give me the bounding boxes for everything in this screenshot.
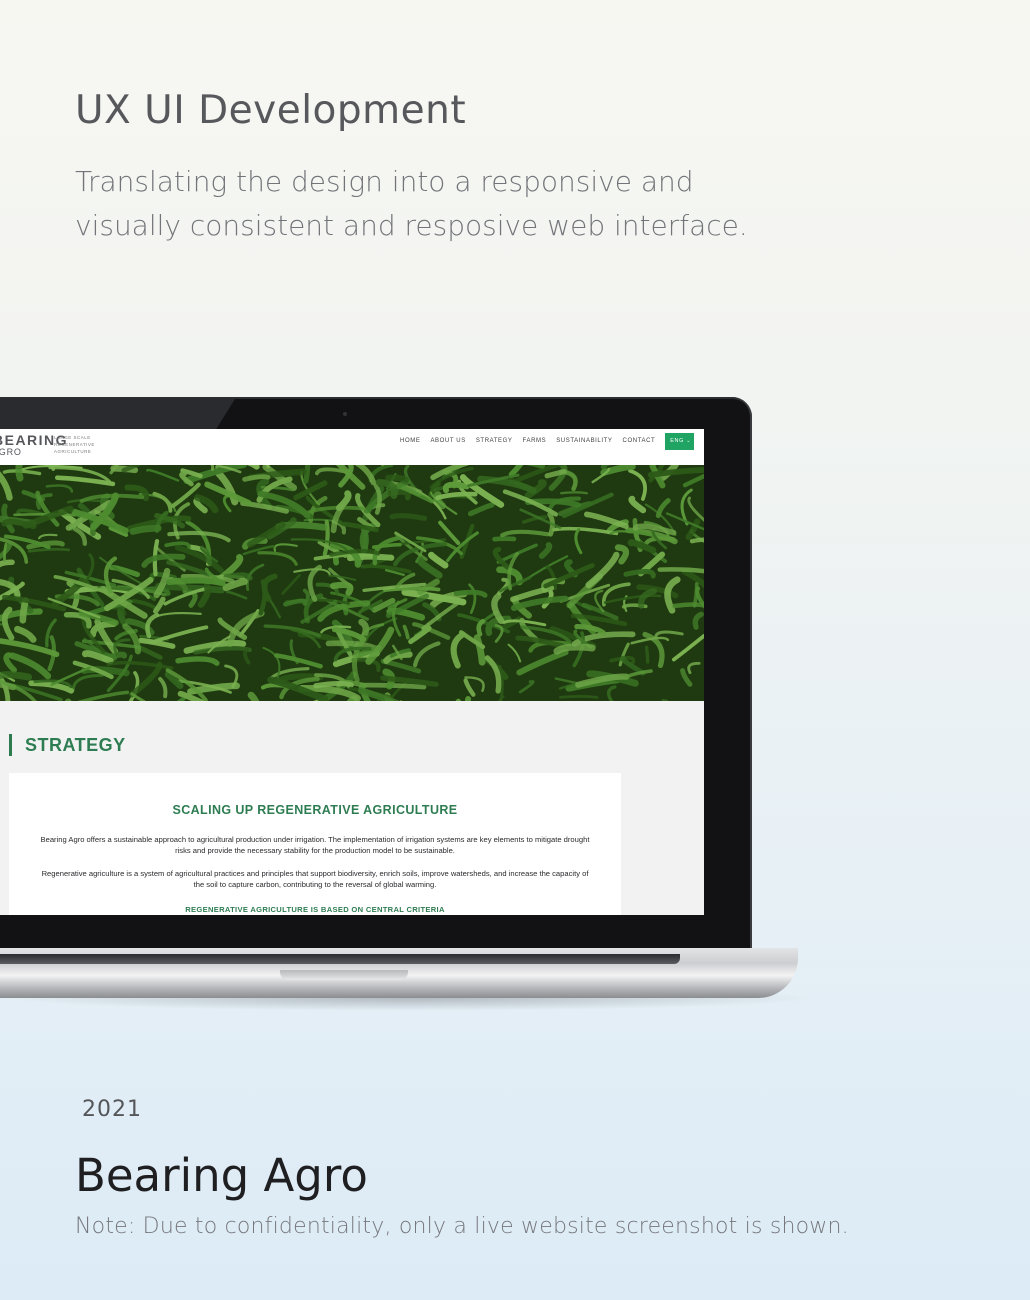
nav-item-about-us[interactable]: ABOUT US bbox=[430, 433, 465, 450]
site-header: BEARING AGRO LARGE SCALE REGENERATIVE AG… bbox=[0, 429, 704, 465]
laptop-lid: BEARING AGRO LARGE SCALE REGENERATIVE AG… bbox=[0, 397, 752, 953]
card-paragraph-2: Regenerative agriculture is a system of … bbox=[41, 869, 589, 889]
card-paragraph-1: Bearing Agro offers a sustainable approa… bbox=[40, 835, 590, 855]
nav-item-contact[interactable]: CONTACT bbox=[623, 433, 656, 450]
corn-leaf bbox=[166, 577, 226, 587]
keyboard-well bbox=[0, 954, 680, 964]
corn-leaf bbox=[559, 695, 599, 699]
corn-leaf bbox=[223, 572, 253, 581]
trackpad-notch bbox=[280, 970, 408, 980]
corn-leaf bbox=[155, 583, 225, 594]
nav-item-sustainability[interactable]: SUSTAINABILITY bbox=[556, 433, 612, 450]
card-title: SCALING UP REGENERATIVE AGRICULTURE bbox=[172, 803, 458, 817]
corn-leaf bbox=[672, 602, 704, 609]
corn-leaf bbox=[644, 645, 650, 664]
corn-leaf bbox=[3, 542, 8, 562]
section-heading: UX UI Development bbox=[75, 88, 467, 133]
card-subheading: REGENERATIVE AGRICULTURE IS BASED ON CEN… bbox=[185, 905, 445, 914]
section-description: Translating the design into a responsive… bbox=[75, 165, 748, 242]
language-label: ENG bbox=[670, 438, 684, 444]
corn-leaf bbox=[559, 491, 588, 495]
logo-tagline: LARGE SCALE REGENERATIVE AGRICULTURE bbox=[54, 435, 95, 454]
hero-cornfield-image bbox=[0, 465, 704, 701]
laptop-screen: BEARING AGRO LARGE SCALE REGENERATIVE AG… bbox=[0, 429, 704, 915]
cornfield-illustration bbox=[0, 465, 704, 701]
project-title: Bearing Agro bbox=[75, 1149, 368, 1202]
language-button[interactable]: ENG ⌄ bbox=[665, 433, 694, 450]
corn-leaf bbox=[242, 474, 271, 482]
corn-leaf bbox=[389, 513, 428, 521]
camera-icon bbox=[343, 412, 347, 416]
content-card: SCALING UP REGENERATIVE AGRICULTURE Bear… bbox=[9, 773, 621, 915]
strategy-section-label: STRATEGY bbox=[9, 734, 126, 756]
nav-item-home[interactable]: HOME bbox=[400, 433, 420, 450]
screen-glare bbox=[0, 399, 235, 429]
nav-item-strategy[interactable]: STRATEGY bbox=[476, 433, 513, 450]
confidentiality-note: Note: Due to confidentiality, only a liv… bbox=[75, 1214, 849, 1239]
nav-item-farms[interactable]: FARMS bbox=[523, 433, 547, 450]
corn-leaf bbox=[385, 474, 410, 483]
corn-leaf bbox=[313, 681, 354, 689]
logo-name-line2: AGRO bbox=[0, 447, 22, 457]
chevron-down-icon: ⌄ bbox=[686, 438, 691, 444]
project-year: 2021 bbox=[82, 1097, 142, 1122]
corn-leaf bbox=[129, 524, 162, 535]
corn-leaf bbox=[492, 536, 517, 542]
corn-leaf bbox=[0, 671, 33, 681]
corn-leaf bbox=[19, 597, 29, 624]
laptop-base bbox=[0, 948, 798, 998]
main-nav: HOME ABOUT US STRATEGY FARMS SUSTAINABIL… bbox=[400, 433, 694, 450]
